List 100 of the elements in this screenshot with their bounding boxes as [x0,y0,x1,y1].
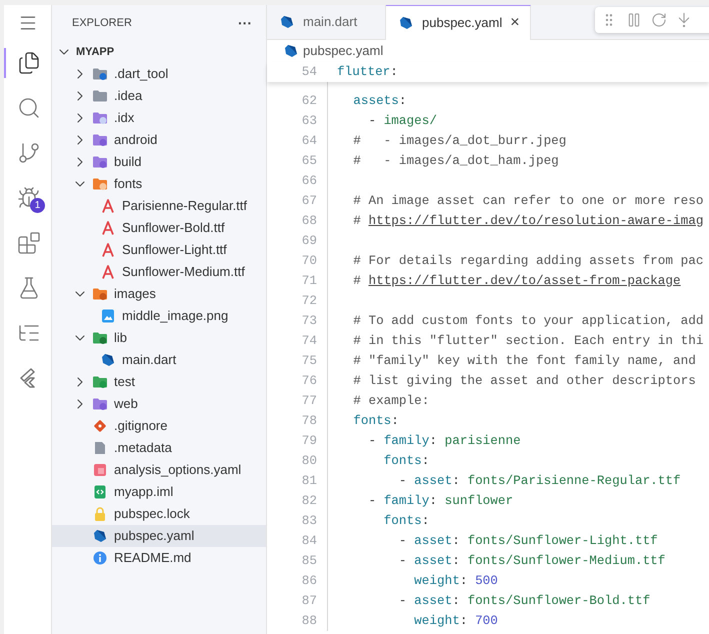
line-number: 66 [300,172,318,190]
count-badge: 1 [30,198,45,213]
tree-item[interactable]: Sunflower-Medium.ttf [52,261,266,283]
file-name: pubspec.lock [114,505,190,524]
tree-item[interactable]: main.dart [52,349,266,371]
files-icon [16,51,40,75]
line-number: 71 [300,272,318,290]
line-number: 81 [300,472,318,490]
file-name: Sunflower-Light.ttf [122,241,227,260]
line-number: 86 [300,572,318,590]
code-line: # https://flutter.dev/to/asset-from-package [352,273,681,288]
line-number: 65 [300,152,318,170]
line-number: 84 [300,532,318,550]
line-number: 62 [300,92,318,110]
file-icon [92,462,108,478]
tree-item[interactable]: lib [52,327,266,349]
panel-title: EXPLORER [72,16,132,31]
line-number: 68 [300,212,318,230]
code-line: weight: 700 [413,613,498,628]
breadcrumb[interactable]: pubspec.yaml [303,41,384,61]
code-line: # - images/a_dot_burr.jpeg [352,133,566,148]
tree-item[interactable]: analysis_options.yaml [52,459,266,481]
tree-item[interactable]: build [52,151,266,173]
tree-item[interactable]: .metadata [52,437,266,459]
close-button[interactable]: × [510,15,520,31]
file-name: .gitignore [114,417,168,436]
tree-item[interactable]: .gitignore [52,415,266,437]
tree-item[interactable]: images [52,283,266,305]
folder-icon [92,132,108,148]
line-number: 63 [300,112,318,130]
tree-item[interactable]: android [52,129,266,151]
folder-icon [92,154,108,170]
more-button[interactable]: ··· [238,12,252,34]
line-number: 73 [300,312,318,330]
branch-icon [16,141,40,165]
step-into-icon[interactable] [676,12,692,28]
tree-item[interactable]: Sunflower-Bold.ttf [52,217,266,239]
font-icon [100,242,116,258]
code-line: - family: sunflower [367,493,514,508]
code-file-icon [92,484,108,500]
code-line: flutter: [337,64,398,79]
dart-icon [100,352,116,368]
tree-item[interactable]: .idea [52,85,266,107]
file-name: Sunflower-Medium.ttf [122,263,245,282]
font-icon [100,220,116,236]
file-name: Parisienne-Regular.ttf [122,197,248,216]
file-name: pubspec.yaml [114,527,194,546]
activity-bar-button[interactable]: 1 [4,183,51,213]
line-number: 67 [300,192,318,210]
file-name: .idea [114,87,142,106]
tree-item[interactable]: Sunflower-Light.ttf [52,239,266,261]
code-line: # - images/a_dot_ham.jpeg [352,153,559,168]
info-icon [92,550,108,566]
tree-item[interactable]: test [52,371,266,393]
file-name: images [114,285,156,304]
tree-item[interactable]: pubspec.lock [52,503,266,525]
file-name: analysis_options.yaml [114,461,242,480]
code-line: # example: [352,393,430,408]
tree-item[interactable]: middle_image.png [52,305,266,327]
line-number: 69 [300,232,318,250]
file-name: .idx [114,109,134,128]
tree-item[interactable]: Parisienne-Regular.ttf [52,195,266,217]
dart-icon [283,43,299,59]
folder-icon [92,88,108,104]
code-line: # in this "flutter" section. Each entry in thi [352,333,704,348]
line-number: 54 [300,63,318,82]
tree-item[interactable]: .idx [52,107,266,129]
line-number: 75 [300,352,318,370]
code-line: weight: 500 [413,573,498,588]
file-name: main.dart [122,351,176,370]
line-number: 64 [300,132,318,150]
dart-icon [279,14,295,30]
line-number: 78 [300,412,318,430]
line-number: 85 [300,552,318,570]
font-icon [100,264,116,280]
code-line: fonts: [352,413,399,428]
file-name: fonts [114,175,142,194]
tree-item[interactable]: .dart_tool [52,63,266,85]
tree-item[interactable]: myapp.iml [52,481,266,503]
search-icon [16,96,40,120]
project-name[interactable]: MYAPP [76,44,114,60]
editor-tab[interactable]: pubspec.yaml × [386,5,531,40]
tree-item[interactable]: README.md [52,547,266,569]
line-number: 76 [300,372,318,390]
tree-item[interactable]: pubspec.yaml [52,525,266,547]
step-over-icon[interactable] [651,12,667,28]
line-number: 74 [300,332,318,350]
file-name: README.md [114,549,192,568]
file-name: android [114,131,158,150]
code-line: - family: parisienne [367,433,521,448]
line-number: 70 [300,252,318,270]
tree-item[interactable]: fonts [52,173,266,195]
code-line: # "family" key with the font family name, and [352,353,696,368]
tree-item[interactable]: web [52,393,266,415]
code-line: - asset: fonts/Sunflower-Medium.ttf [398,553,666,568]
code-line: # https://flutter.dev/to/resolution-aware-imag [352,213,704,228]
line-number: 88 [300,612,318,630]
code-line: # For details regarding adding assets from pac [352,253,704,268]
file-name: myapp.iml [114,483,174,502]
pause-icon[interactable] [626,12,642,28]
